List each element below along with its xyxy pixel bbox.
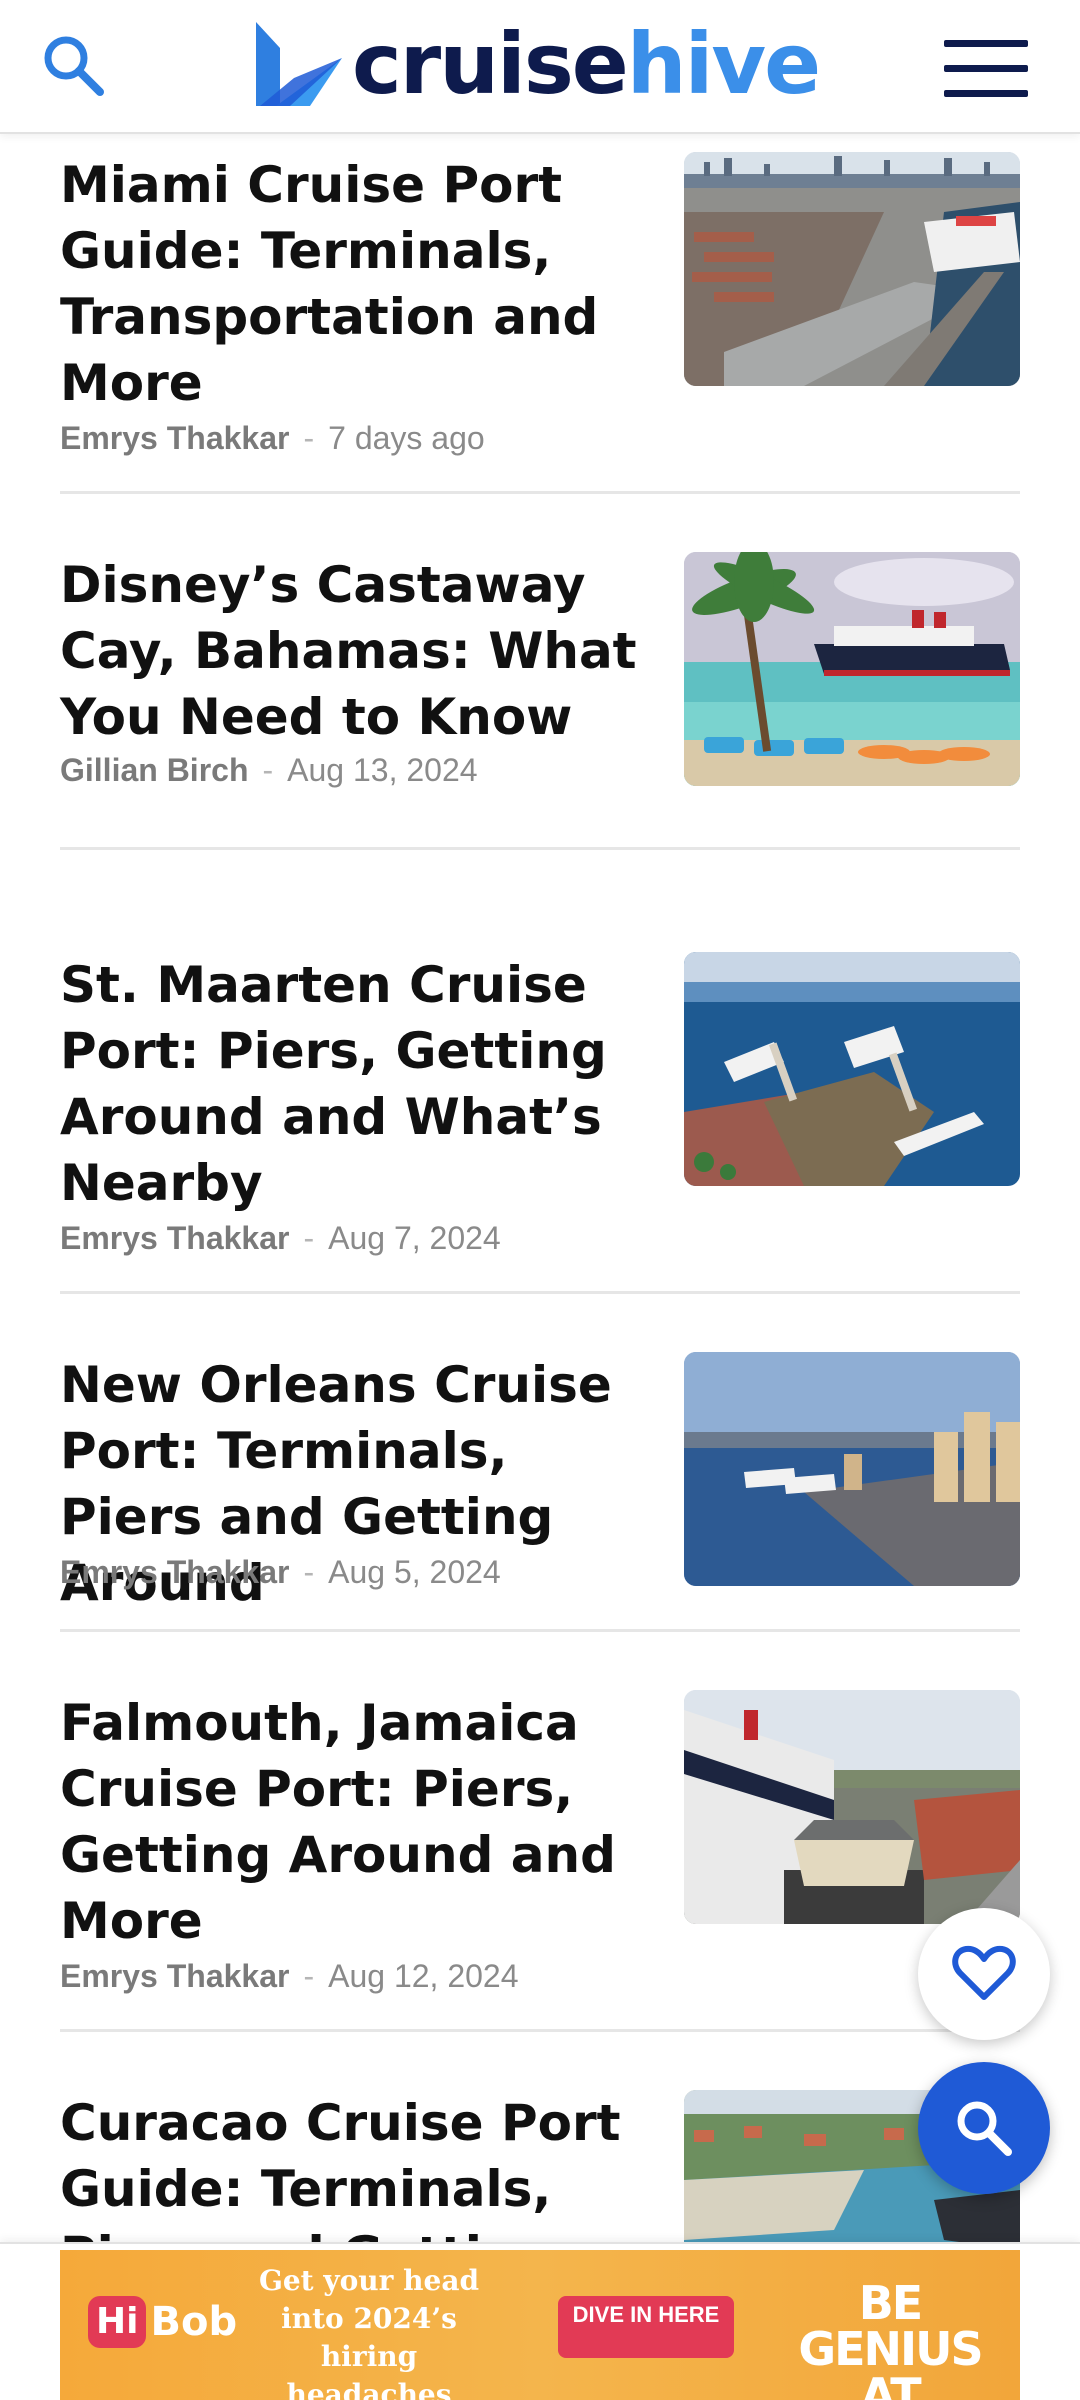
meta-separator: - xyxy=(303,1958,315,1994)
ad-headline: Get your head into 2024’s hiring headach… xyxy=(258,2264,480,2400)
ad-brand-hi: Hi xyxy=(88,2296,147,2348)
logo-wordmark: cruisehive xyxy=(352,22,821,106)
new-orleans-port-image xyxy=(684,1352,1020,1586)
article-author[interactable]: Emrys Thakkar xyxy=(60,420,289,456)
ad-bar: Hi Bob Get your head into 2024’s hiring h… xyxy=(0,2242,1080,2400)
meta-separator: - xyxy=(303,420,315,456)
falmouth-port-image xyxy=(684,1690,1020,1924)
logo-mark-icon xyxy=(256,22,342,106)
search-icon xyxy=(44,36,104,96)
hibob-ad-banner[interactable]: Hi Bob Get your head into 2024’s hiring h… xyxy=(60,2250,1020,2400)
menu-bar xyxy=(944,65,1028,72)
heart-icon xyxy=(952,1945,1016,2000)
meta-separator: - xyxy=(262,752,274,788)
article-date: 7 days ago xyxy=(328,420,485,456)
article-meta: Emrys Thakkar - Aug 12, 2024 xyxy=(60,1958,519,1994)
hamburger-menu-button[interactable] xyxy=(944,40,1030,98)
article-card[interactable]: Miami Cruise Port Guide: Terminals, Tran… xyxy=(60,152,1020,494)
article-meta: Emrys Thakkar - Aug 5, 2024 xyxy=(60,1554,501,1590)
article-thumbnail[interactable] xyxy=(684,1352,1020,1586)
article-title[interactable]: St. Maarten Cruise Port: Piers, Getting … xyxy=(60,952,660,1216)
article-title[interactable]: Disney’s Castaway Cay, Bahamas: What You… xyxy=(60,552,660,750)
article-title[interactable]: Falmouth, Jamaica Cruise Port: Piers, Ge… xyxy=(60,1690,660,1954)
article-meta: Gillian Birch - Aug 13, 2024 xyxy=(60,752,478,788)
article-card[interactable]: St. Maarten Cruise Port: Piers, Getting … xyxy=(60,952,1020,1294)
article-date: Aug 5, 2024 xyxy=(328,1554,501,1590)
logo-word-hive: hive xyxy=(626,15,821,113)
st-maarten-port-aerial-image xyxy=(684,952,1020,1186)
castaway-cay-ship-image xyxy=(684,552,1020,786)
article-author[interactable]: Gillian Birch xyxy=(60,752,248,788)
article-date: Aug 7, 2024 xyxy=(328,1220,501,1256)
search-icon xyxy=(957,2101,1012,2156)
ad-brand-bob: Bob xyxy=(150,2299,238,2345)
menu-bar xyxy=(944,90,1028,97)
logo-word-cruise: cruise xyxy=(352,15,629,113)
article-thumbnail[interactable] xyxy=(684,552,1020,786)
article-thumbnail[interactable] xyxy=(684,1690,1020,1924)
article-date: Aug 12, 2024 xyxy=(328,1958,519,1994)
article-card[interactable]: New Orleans Cruise Port: Terminals, Pier… xyxy=(60,1352,1020,1632)
cruisehive-logo[interactable]: cruisehive xyxy=(250,14,821,114)
menu-bar xyxy=(944,40,1028,47)
favorite-button[interactable] xyxy=(918,1908,1050,2040)
article-date: Aug 13, 2024 xyxy=(287,752,478,788)
article-author[interactable]: Emrys Thakkar xyxy=(60,1220,289,1256)
article-title[interactable]: Miami Cruise Port Guide: Terminals, Tran… xyxy=(60,152,660,416)
site-header: cruisehive xyxy=(0,0,1080,134)
ad-tagline: BE GENIUS AT WORK xyxy=(798,2276,983,2400)
floating-search-button[interactable] xyxy=(918,2062,1050,2194)
article-author[interactable]: Emrys Thakkar xyxy=(60,1958,289,1994)
ad-cta-button[interactable]: DIVE IN HERE xyxy=(558,2296,734,2358)
miami-port-aerial-image xyxy=(684,152,1020,386)
meta-separator: - xyxy=(303,1220,315,1256)
article-author[interactable]: Emrys Thakkar xyxy=(60,1554,289,1590)
ad-brand-logo: Hi Bob xyxy=(88,2296,237,2348)
article-thumbnail[interactable] xyxy=(684,952,1020,1186)
header-search-button[interactable] xyxy=(38,30,110,102)
article-thumbnail[interactable] xyxy=(684,152,1020,386)
article-card[interactable]: Disney’s Castaway Cay, Bahamas: What You… xyxy=(60,552,1020,850)
article-card[interactable]: Falmouth, Jamaica Cruise Port: Piers, Ge… xyxy=(60,1690,1020,2032)
article-meta: Emrys Thakkar -7 days ago xyxy=(60,420,485,456)
article-meta: Emrys Thakkar - Aug 7, 2024 xyxy=(60,1220,501,1256)
meta-separator: - xyxy=(303,1554,315,1590)
page: cruisehive Miami Cruise Port Guide: Term… xyxy=(0,0,1080,2400)
